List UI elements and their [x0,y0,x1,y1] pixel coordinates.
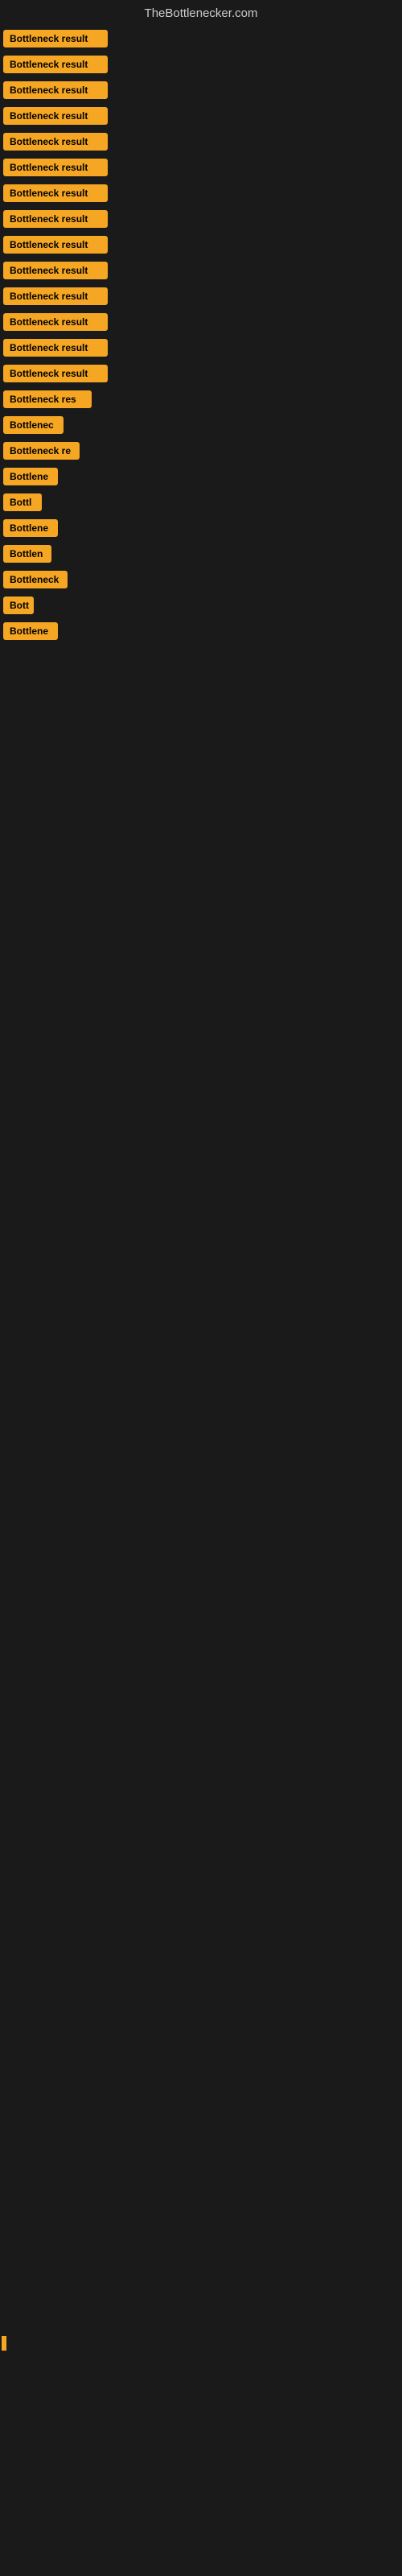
bottleneck-badge[interactable]: Bottleneck result [3,287,108,305]
bottleneck-badge[interactable]: Bottlene [3,622,58,640]
bottleneck-badge[interactable]: Bottleneck result [3,236,108,254]
bottleneck-badge[interactable]: Bottleneck result [3,210,108,228]
list-item[interactable]: Bottleneck result [3,339,402,357]
list-item[interactable]: Bottleneck result [3,210,402,228]
bottleneck-badge[interactable]: Bottleneck res [3,390,92,408]
bottleneck-badge[interactable]: Bottleneck result [3,339,108,357]
bottleneck-badge[interactable]: Bottleneck result [3,365,108,382]
list-item[interactable]: Bottl [3,493,402,511]
bottleneck-badge[interactable]: Bottlen [3,545,51,563]
bottleneck-badge[interactable]: Bottleneck result [3,262,108,279]
list-item[interactable]: Bottleneck result [3,159,402,176]
list-item[interactable]: Bottlene [3,519,402,537]
bottleneck-badge[interactable]: Bottleneck result [3,30,108,47]
bottleneck-badge[interactable]: Bottl [3,493,42,511]
bottleneck-badge[interactable]: Bottleneck result [3,56,108,73]
list-item[interactable]: Bottleneck result [3,30,402,47]
list-item[interactable]: Bottlene [3,468,402,485]
list-item[interactable]: Bottleneck result [3,287,402,305]
list-item[interactable]: Bottleneck result [3,184,402,202]
list-item[interactable]: Bottlenec [3,416,402,434]
bottom-marker [2,2336,6,2351]
bottleneck-badge[interactable]: Bottleneck result [3,133,108,151]
list-item[interactable]: Bottleneck re [3,442,402,460]
bottleneck-badge[interactable]: Bottleneck re [3,442,80,460]
bottleneck-badge[interactable]: Bottleneck result [3,81,108,99]
list-item[interactable]: Bottlene [3,622,402,640]
list-item[interactable]: Bottleneck result [3,133,402,151]
list-item[interactable]: Bottleneck result [3,313,402,331]
list-item[interactable]: Bottleneck result [3,236,402,254]
bottleneck-badge[interactable]: Bottleneck result [3,107,108,125]
bottleneck-list: Bottleneck result Bottleneck result Bottle… [0,30,402,640]
site-header: TheBottlenecker.com [0,0,402,30]
list-item[interactable]: Bottleneck result [3,81,402,99]
list-item[interactable]: Bottleneck result [3,56,402,73]
list-item[interactable]: Bott [3,597,402,614]
list-item[interactable]: Bottleneck res [3,390,402,408]
list-item[interactable]: Bottleneck result [3,262,402,279]
bottleneck-badge[interactable]: Bott [3,597,34,614]
list-item[interactable]: Bottleneck result [3,365,402,382]
bottleneck-badge[interactable]: Bottleneck result [3,159,108,176]
list-item[interactable]: Bottleneck result [3,107,402,125]
bottleneck-badge[interactable]: Bottlene [3,468,58,485]
site-title: TheBottlenecker.com [145,6,258,20]
bottleneck-badge[interactable]: Bottleneck result [3,184,108,202]
bottleneck-badge[interactable]: Bottlenec [3,416,64,434]
bottleneck-badge[interactable]: Bottlene [3,519,58,537]
list-item[interactable]: Bottleneck [3,571,402,588]
bottleneck-badge[interactable]: Bottleneck [3,571,68,588]
bottleneck-badge[interactable]: Bottleneck result [3,313,108,331]
list-item[interactable]: Bottlen [3,545,402,563]
